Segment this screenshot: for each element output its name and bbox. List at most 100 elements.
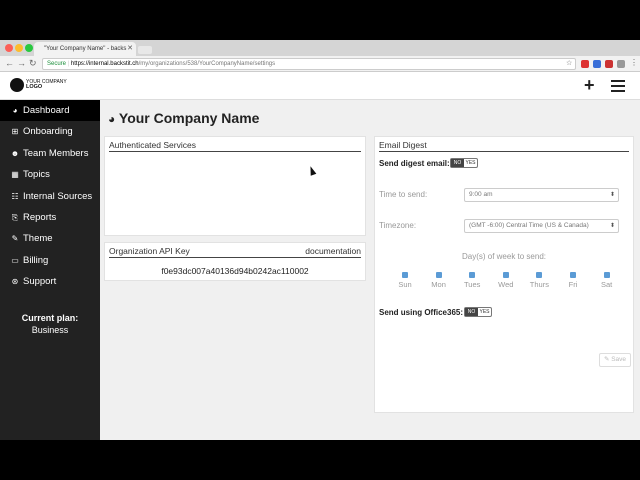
sidebar-item-label: Billing <box>23 254 49 266</box>
extension-icon[interactable] <box>593 60 601 68</box>
team-icon: ☻ <box>10 148 20 158</box>
page-title-text: Your Company Name <box>118 110 260 126</box>
main-content: ◕ Your Company Name Authenticated Servic… <box>100 100 640 440</box>
company-logo-text: YOUR COMPANY LOGO <box>26 80 67 90</box>
timezone-select[interactable]: (GMT -6:00) Central Time (US & Canada) ⬍ <box>464 219 619 233</box>
new-tab-button[interactable] <box>138 46 152 54</box>
url-input[interactable]: Secure | https://internal.backstit.ch/my… <box>42 58 576 70</box>
checkbox-checked-icon <box>469 272 476 278</box>
forward-icon[interactable]: → <box>17 58 26 68</box>
sidebar-item-dashboard[interactable]: ◕ Dashboard <box>0 100 100 121</box>
dashboard-icon: ◕ <box>12 106 18 115</box>
tab-title: "Your Company Name" - backs <box>44 46 127 52</box>
sidebar-item-onboarding[interactable]: ⊞ Onboarding <box>0 121 100 142</box>
day-checkbox-tues[interactable]: Tues <box>461 272 483 289</box>
reports-icon: ⎘ <box>11 213 19 222</box>
browser-window: "Your Company Name" - backs ✕ ← → ↻ Secu… <box>0 40 640 440</box>
day-checkbox-mon[interactable]: Mon <box>428 272 450 289</box>
maximize-window-icon[interactable] <box>25 44 33 52</box>
sidebar-item-internal-sources[interactable]: ☷ Internal Sources <box>0 186 100 207</box>
divider <box>379 151 629 152</box>
sidebar: ◕ Dashboard ⊞ Onboarding ☻ Team Members ▦ Topic… <box>0 100 100 440</box>
day-label: Sun <box>398 280 412 289</box>
checkbox-checked-icon <box>402 272 408 278</box>
current-plan: Current plan: Business <box>0 312 100 336</box>
plan-value: Business <box>31 325 69 335</box>
panel-title: Organization API Key <box>109 246 190 256</box>
sidebar-item-label: Reports <box>23 212 57 223</box>
sidebar-item-label: Onboarding <box>23 126 73 138</box>
time-to-send-label: Time to send: <box>379 190 428 199</box>
send-digest-toggle[interactable]: NO YES <box>450 158 478 168</box>
panel-title: Email Digest <box>379 140 427 150</box>
company-logo-icon[interactable] <box>10 78 24 92</box>
chevron-updown-icon: ⬍ <box>609 192 615 198</box>
extension-icon[interactable] <box>617 60 625 68</box>
extension-icon[interactable] <box>605 60 613 68</box>
sidebar-item-reports[interactable]: ⎘ Reports <box>0 207 100 228</box>
support-icon: ⊛ <box>11 277 19 287</box>
office365-label: Send using Office365: <box>379 308 464 317</box>
send-digest-label: Send digest email: <box>379 159 450 168</box>
chevron-updown-icon: ⬍ <box>609 223 615 229</box>
bookmark-star-icon[interactable]: ☆ <box>566 59 572 67</box>
api-key-value: f0e93dc007a40136d94b0242ac110002 <box>161 266 309 276</box>
checkbox-checked-icon <box>603 272 610 278</box>
theme-icon: ✎ <box>11 234 19 244</box>
email-digest-panel: Email Digest Send digest email: NO YES T… <box>374 136 634 413</box>
onboarding-icon: ⊞ <box>11 127 19 137</box>
sidebar-item-topics[interactable]: ▦ Topics <box>0 164 100 185</box>
time-to-send-value: 9:00 am <box>469 191 493 198</box>
topics-icon: ▦ <box>11 170 19 180</box>
office365-toggle[interactable]: NO YES <box>464 307 492 317</box>
toggle-no: NO <box>451 159 464 167</box>
sources-icon: ☷ <box>11 191 19 201</box>
reload-icon[interactable]: ↻ <box>29 58 37 69</box>
checkbox-checked-icon <box>570 272 576 278</box>
checkbox-checked-icon <box>435 272 442 278</box>
day-checkbox-sat[interactable]: Sat <box>596 272 618 289</box>
sidebar-item-team-members[interactable]: ☻ Team Members <box>0 143 100 164</box>
time-to-send-select[interactable]: 9:00 am ⬍ <box>464 188 619 202</box>
documentation-link[interactable]: documentation <box>305 246 361 256</box>
close-tab-icon[interactable]: ✕ <box>127 42 133 56</box>
day-checkbox-wed[interactable]: Wed <box>495 272 517 289</box>
timezone-value: (GMT -6:00) Central Time (US & Canada) <box>469 222 589 229</box>
menu-icon[interactable] <box>611 80 625 95</box>
back-icon[interactable]: ← <box>5 58 14 68</box>
day-label: Fri <box>568 280 578 289</box>
day-checkbox-sun[interactable]: Sun <box>394 272 416 289</box>
divider <box>109 257 361 258</box>
toggle-yes: YES <box>479 309 490 315</box>
day-label: Tues <box>463 280 481 289</box>
sidebar-item-label: Team Members <box>23 147 89 159</box>
sidebar-item-label: Topics <box>23 169 50 181</box>
billing-icon: ▭ <box>11 255 19 265</box>
page-title: ◕ Your Company Name <box>108 110 259 126</box>
minimize-window-icon[interactable] <box>15 44 23 52</box>
app-header: YOUR COMPANY LOGO + <box>0 72 640 100</box>
save-button-label: Save <box>611 356 627 363</box>
edit-icon: ✎ <box>603 356 610 363</box>
save-button[interactable]: ✎ Save <box>599 353 631 367</box>
api-key-panel: Organization API Key documentation f0e93… <box>104 242 366 281</box>
address-bar: ← → ↻ Secure | https://internal.backstit… <box>0 56 640 72</box>
day-label: Mon <box>431 280 446 289</box>
sidebar-item-label: Dashboard <box>23 105 70 116</box>
sidebar-item-label: Theme <box>23 233 53 245</box>
extension-icon[interactable] <box>581 60 589 68</box>
close-window-icon[interactable] <box>5 44 13 52</box>
sidebar-item-support[interactable]: ⊛ Support <box>0 271 100 292</box>
sidebar-item-theme[interactable]: ✎ Theme <box>0 228 100 249</box>
timezone-label: Timezone: <box>379 221 417 230</box>
url-host: https://internal.backstit.ch <box>70 61 139 67</box>
browser-menu-icon[interactable]: ⋮ <box>630 58 638 67</box>
add-icon[interactable]: + <box>584 76 595 94</box>
browser-tab[interactable]: "Your Company Name" - backs ✕ <box>34 42 136 56</box>
day-checkbox-thurs[interactable]: Thurs <box>528 272 550 289</box>
checkbox-checked-icon <box>502 272 509 278</box>
toggle-no: NO <box>465 308 478 316</box>
url-path: /my/organizations/538/YourCompanyName/se… <box>138 61 276 67</box>
day-checkbox-fri[interactable]: Fri <box>562 272 584 289</box>
sidebar-item-billing[interactable]: ▭ Billing <box>0 250 100 271</box>
